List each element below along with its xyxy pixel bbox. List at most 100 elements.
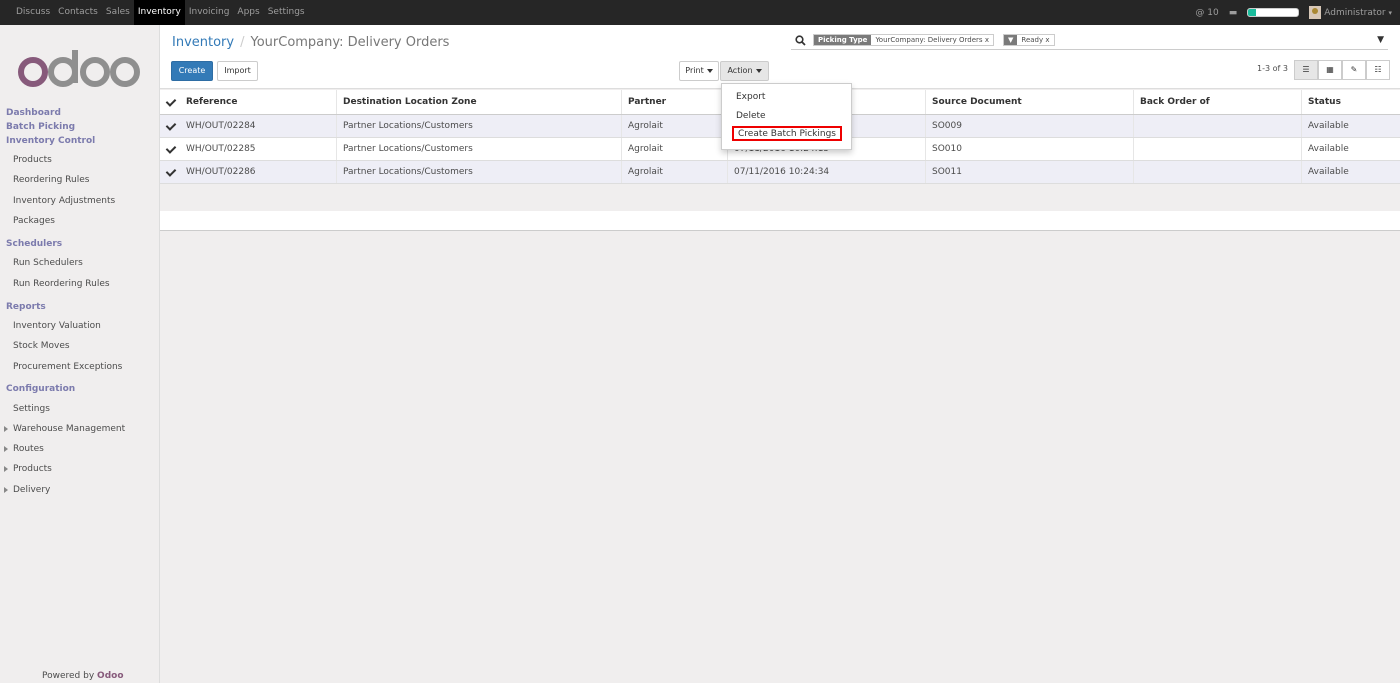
chevron-down-icon: ▾ <box>1388 9 1392 17</box>
row-checkbox[interactable] <box>165 144 176 155</box>
app-menu: Discuss Contacts Sales Inventory Invoicing Ap… <box>12 0 309 25</box>
kanban-view-button[interactable]: ▦ <box>1318 60 1342 80</box>
row-cell: Available <box>1301 115 1400 137</box>
sidebar-item-settings[interactable]: Settings <box>13 404 50 414</box>
user-menu[interactable]: Administrator ▾ <box>1309 6 1392 19</box>
breadcrumb-separator: / <box>240 35 245 50</box>
sidebar-item-configuration[interactable]: Configuration <box>6 384 75 394</box>
row-cell <box>1133 115 1301 137</box>
notification-counter[interactable]: @ 10 <box>1195 8 1218 18</box>
search-bar[interactable]: Picking Type YourCompany: Delivery Order… <box>791 32 1388 50</box>
row-cell <box>1133 138 1301 160</box>
table-cell: Agrolait <box>628 121 663 131</box>
sidebar-item-label: Procurement Exceptions <box>13 362 123 372</box>
sidebar-item-warehouse-management[interactable]: Warehouse Management <box>4 424 125 434</box>
table-cell: WH/OUT/02284 <box>186 121 256 131</box>
systray: @ 10 ▬ Administrator ▾ <box>1195 0 1392 25</box>
header-cell[interactable]: Reference <box>160 90 336 114</box>
header-cell[interactable]: Destination Location Zone <box>336 90 621 114</box>
remove-facet-icon[interactable]: x <box>985 36 989 44</box>
sidebar-item-stock-moves[interactable]: Stock Moves <box>13 341 70 351</box>
import-button[interactable]: Import <box>217 61 258 81</box>
sidebar-item-reordering-rules[interactable]: Reordering Rules <box>13 175 89 185</box>
sidebar-item-inventory-adjustments[interactable]: Inventory Adjustments <box>13 196 115 206</box>
calendar-view-button[interactable]: ☷ <box>1366 60 1390 80</box>
topmenu-item-contacts[interactable]: Contacts <box>54 0 102 25</box>
sidebar-item-products[interactable]: Products <box>13 155 52 165</box>
list-view-button[interactable]: ☰ <box>1294 60 1318 80</box>
topmenu-item-discuss[interactable]: Discuss <box>12 0 54 25</box>
sidebar-item-label: Routes <box>13 444 44 454</box>
topmenu-item-inventory[interactable]: Inventory <box>133 0 185 25</box>
table-cell: WH/OUT/02286 <box>186 167 256 177</box>
topmenu-item-apps[interactable]: Apps <box>233 0 263 25</box>
sidebar-item-label: Products <box>13 464 52 474</box>
row-cell: Agrolait <box>621 138 727 160</box>
sidebar-item-inventory-valuation[interactable]: Inventory Valuation <box>13 321 101 331</box>
header-cell[interactable]: Back Order of <box>1133 90 1301 114</box>
sidebar-item-reports[interactable]: Reports <box>6 302 46 312</box>
table-cell: SO010 <box>932 144 962 154</box>
sidebar-item-batch-picking[interactable]: Batch Picking <box>6 122 75 132</box>
row-cell: SO011 <box>925 161 1133 183</box>
form-view-button[interactable]: ✎ <box>1342 60 1366 80</box>
row-checkbox[interactable] <box>165 167 176 178</box>
facet-value-text: Ready <box>1021 36 1044 44</box>
powered-by-link[interactable]: Odoo <box>97 671 123 681</box>
sidebar-item-schedulers[interactable]: Schedulers <box>6 239 62 249</box>
remove-facet-icon[interactable]: x <box>1045 36 1049 44</box>
sidebar-item-label: Run Reordering Rules <box>13 279 110 289</box>
print-dropdown[interactable]: Print <box>679 61 719 81</box>
odoo-logo <box>18 50 140 87</box>
select-all-checkbox[interactable] <box>165 97 176 108</box>
sidebar-item-inventory-control[interactable]: Inventory Control <box>6 136 95 146</box>
sidebar-item-packages[interactable]: Packages <box>13 216 55 226</box>
sidebar-item-run-reordering-rules[interactable]: Run Reordering Rules <box>13 279 110 289</box>
table-cell: WH/OUT/02285 <box>186 144 256 154</box>
row-checkbox[interactable] <box>165 121 176 132</box>
search-icon <box>795 35 806 46</box>
caret-right-icon <box>4 465 8 472</box>
table-cell: Agrolait <box>628 144 663 154</box>
filter-icon: ▼ <box>1004 35 1018 45</box>
search-options-toggle[interactable]: ▼ <box>1377 35 1384 45</box>
action-menu-item-create-batch-pickings[interactable]: Create Batch Pickings <box>732 126 842 141</box>
sidebar-item-label: Reordering Rules <box>13 175 90 185</box>
sidebar-item-label: Batch Picking <box>6 122 76 132</box>
table-cell: Partner Locations/Customers <box>343 121 473 131</box>
control-panel: Inventory / YourCompany: Delivery Orders C… <box>160 25 1400 89</box>
facet-value: Ready x <box>1017 35 1053 45</box>
topmenu-item-sales[interactable]: Sales <box>102 0 134 25</box>
sidebar-item-label: Delivery <box>13 485 51 495</box>
activity-progress-bar <box>1247 8 1300 17</box>
table-row[interactable]: WH/OUT/02286 Partner Locations/Customers A… <box>160 161 1400 184</box>
sidebar-item-label: Stock Moves <box>13 341 70 351</box>
sidebar-item-label: Settings <box>13 404 50 414</box>
breadcrumb-inventory-link[interactable]: Inventory <box>172 35 234 50</box>
sidebar-item-delivery[interactable]: Delivery <box>4 485 50 495</box>
user-name: Administrator <box>1324 8 1386 18</box>
table-cell: SO009 <box>932 121 962 131</box>
row-cell: Available <box>1301 161 1400 183</box>
header-cell[interactable]: Source Document <box>925 90 1133 114</box>
row-cell: Available <box>1301 138 1400 160</box>
table-cell: Partner Locations/Customers <box>343 167 473 177</box>
sidebar-item-dashboard[interactable]: Dashboard <box>6 108 61 118</box>
sidebar-item-run-schedulers[interactable]: Run Schedulers <box>13 258 83 268</box>
top-navbar: Discuss Contacts Sales Inventory Invoicing Ap… <box>0 0 1400 25</box>
sidebar-item-products[interactable]: Products <box>4 464 52 474</box>
sidebar-item-routes[interactable]: Routes <box>4 444 44 454</box>
action-menu-item-export[interactable]: Export <box>736 90 765 104</box>
sidebar-item-label: Warehouse Management <box>13 424 126 434</box>
topmenu-item-settings[interactable]: Settings <box>264 0 309 25</box>
sidebar-item-procurement-exceptions[interactable]: Procurement Exceptions <box>13 362 122 372</box>
action-dropdown[interactable]: Action <box>720 61 769 81</box>
action-menu-item-delete[interactable]: Delete <box>736 109 766 123</box>
header-cell[interactable]: Partner <box>621 90 727 114</box>
create-button[interactable]: Create <box>171 61 213 81</box>
header-cell[interactable]: Status <box>1301 90 1400 114</box>
topmenu-item-invoicing[interactable]: Invoicing <box>185 0 234 25</box>
pager-value[interactable]: 1-3 of 3 <box>1257 64 1288 73</box>
sidebar-item-label: Reports <box>6 302 46 312</box>
chat-icon[interactable]: ▬ <box>1229 8 1238 18</box>
